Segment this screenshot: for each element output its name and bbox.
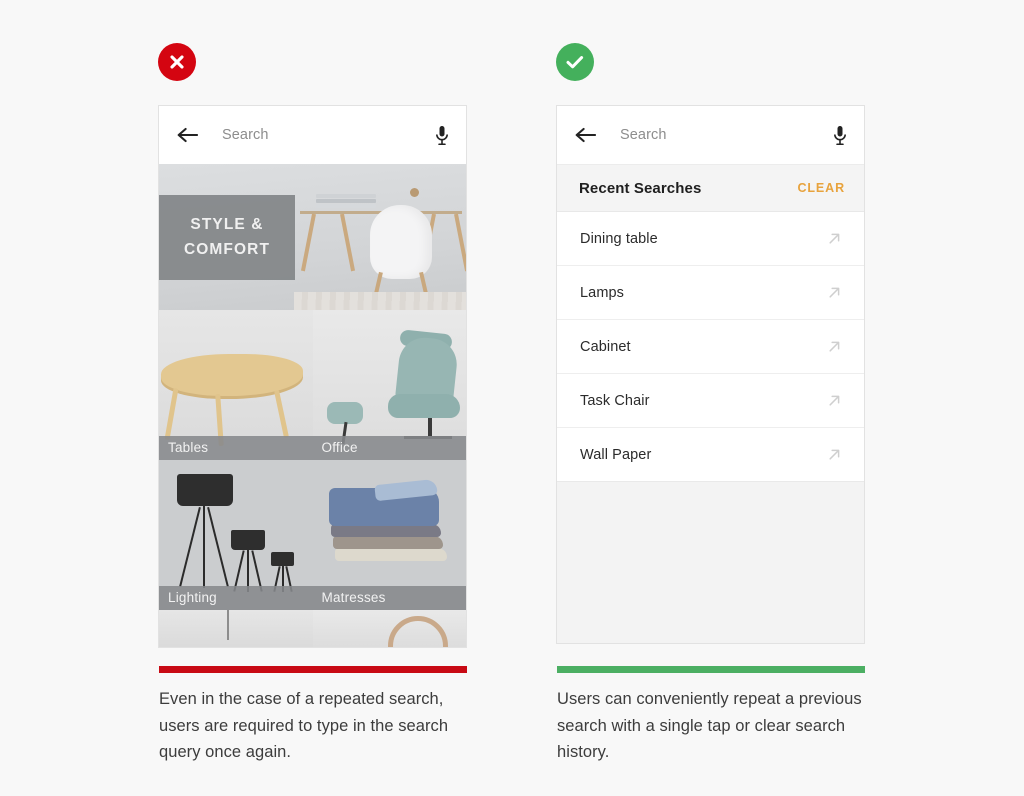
arrow-left-icon[interactable] xyxy=(177,127,199,143)
recent-search-label: Lamps xyxy=(580,284,625,301)
recent-searches-header: Recent Searches CLEAR xyxy=(557,164,864,212)
arrow-up-right-icon[interactable] xyxy=(827,339,842,354)
clear-history-button[interactable]: CLEAR xyxy=(797,181,845,195)
comparison-layout: Search STYLE & COMFORT Tables Office Lig… xyxy=(0,0,1024,796)
recent-searches-title: Recent Searches xyxy=(579,179,702,197)
arrow-up-right-icon[interactable] xyxy=(827,285,842,300)
list-item[interactable]: Task Chair xyxy=(557,374,864,428)
list-item[interactable]: Wall Paper xyxy=(557,428,864,482)
phone-screen-good: Search Recent Searches CLEAR Dining tabl… xyxy=(556,105,865,644)
list-item[interactable]: Dining table xyxy=(557,212,864,266)
recent-searches-list: Dining table Lamps Cabinet Task Chair Wa… xyxy=(557,212,864,482)
category-tile-lighting[interactable]: Lighting xyxy=(159,460,313,610)
search-input-bad[interactable]: Search xyxy=(222,127,435,143)
category-tile-label: Tables xyxy=(159,436,313,460)
category-tile-partial[interactable] xyxy=(312,610,466,647)
search-bar-good[interactable]: Search xyxy=(557,106,864,164)
tile-row: Lighting Matresses xyxy=(159,460,466,610)
microphone-icon[interactable] xyxy=(435,125,449,146)
recent-search-label: Cabinet xyxy=(580,338,631,355)
hero-line-2: COMFORT xyxy=(183,240,271,258)
success-badge xyxy=(556,43,594,81)
search-input-good[interactable]: Search xyxy=(620,127,833,143)
list-empty-area xyxy=(557,482,864,643)
arrow-up-right-icon[interactable] xyxy=(827,231,842,246)
arrow-left-icon[interactable] xyxy=(575,127,597,143)
category-tile-partial[interactable] xyxy=(159,610,313,647)
tile-row: Tables Office xyxy=(159,310,466,460)
category-tile-label: Matresses xyxy=(312,586,466,610)
hero-line-1: STYLE & xyxy=(190,216,264,234)
desk-scene-illustration xyxy=(294,164,466,310)
recent-search-label: Wall Paper xyxy=(580,446,652,463)
arrow-up-right-icon[interactable] xyxy=(827,393,842,408)
recent-search-label: Dining table xyxy=(580,230,658,247)
category-tile-matresses[interactable]: Matresses xyxy=(312,460,466,610)
caption-good: Users can conveniently repeat a previous… xyxy=(557,690,862,762)
list-item[interactable]: Lamps xyxy=(557,266,864,320)
check-icon xyxy=(566,56,584,69)
category-grid: STYLE & COMFORT Tables Office Lighting M… xyxy=(159,164,466,647)
caption-bad: Even in the case of a repeated search, u… xyxy=(159,690,449,762)
category-tile-office[interactable]: Office xyxy=(312,310,466,460)
error-badge xyxy=(158,43,196,81)
list-item[interactable]: Cabinet xyxy=(557,320,864,374)
accent-bar-good xyxy=(557,666,865,673)
recent-search-label: Task Chair xyxy=(580,392,650,409)
microphone-icon[interactable] xyxy=(833,125,847,146)
category-tile-tables[interactable]: Tables xyxy=(159,310,313,460)
category-tile-label: Lighting xyxy=(159,586,313,610)
cross-icon xyxy=(170,55,184,69)
tile-row-partial xyxy=(159,610,466,647)
phone-screen-bad: Search STYLE & COMFORT Tables Office Lig… xyxy=(158,105,467,648)
hero-banner-overlay: STYLE & COMFORT xyxy=(159,195,295,280)
hero-banner-tile[interactable]: STYLE & COMFORT xyxy=(159,164,466,310)
accent-bar-bad xyxy=(159,666,467,673)
category-tile-label: Office xyxy=(312,436,466,460)
search-bar-bad[interactable]: Search xyxy=(159,106,466,164)
arrow-up-right-icon[interactable] xyxy=(827,447,842,462)
